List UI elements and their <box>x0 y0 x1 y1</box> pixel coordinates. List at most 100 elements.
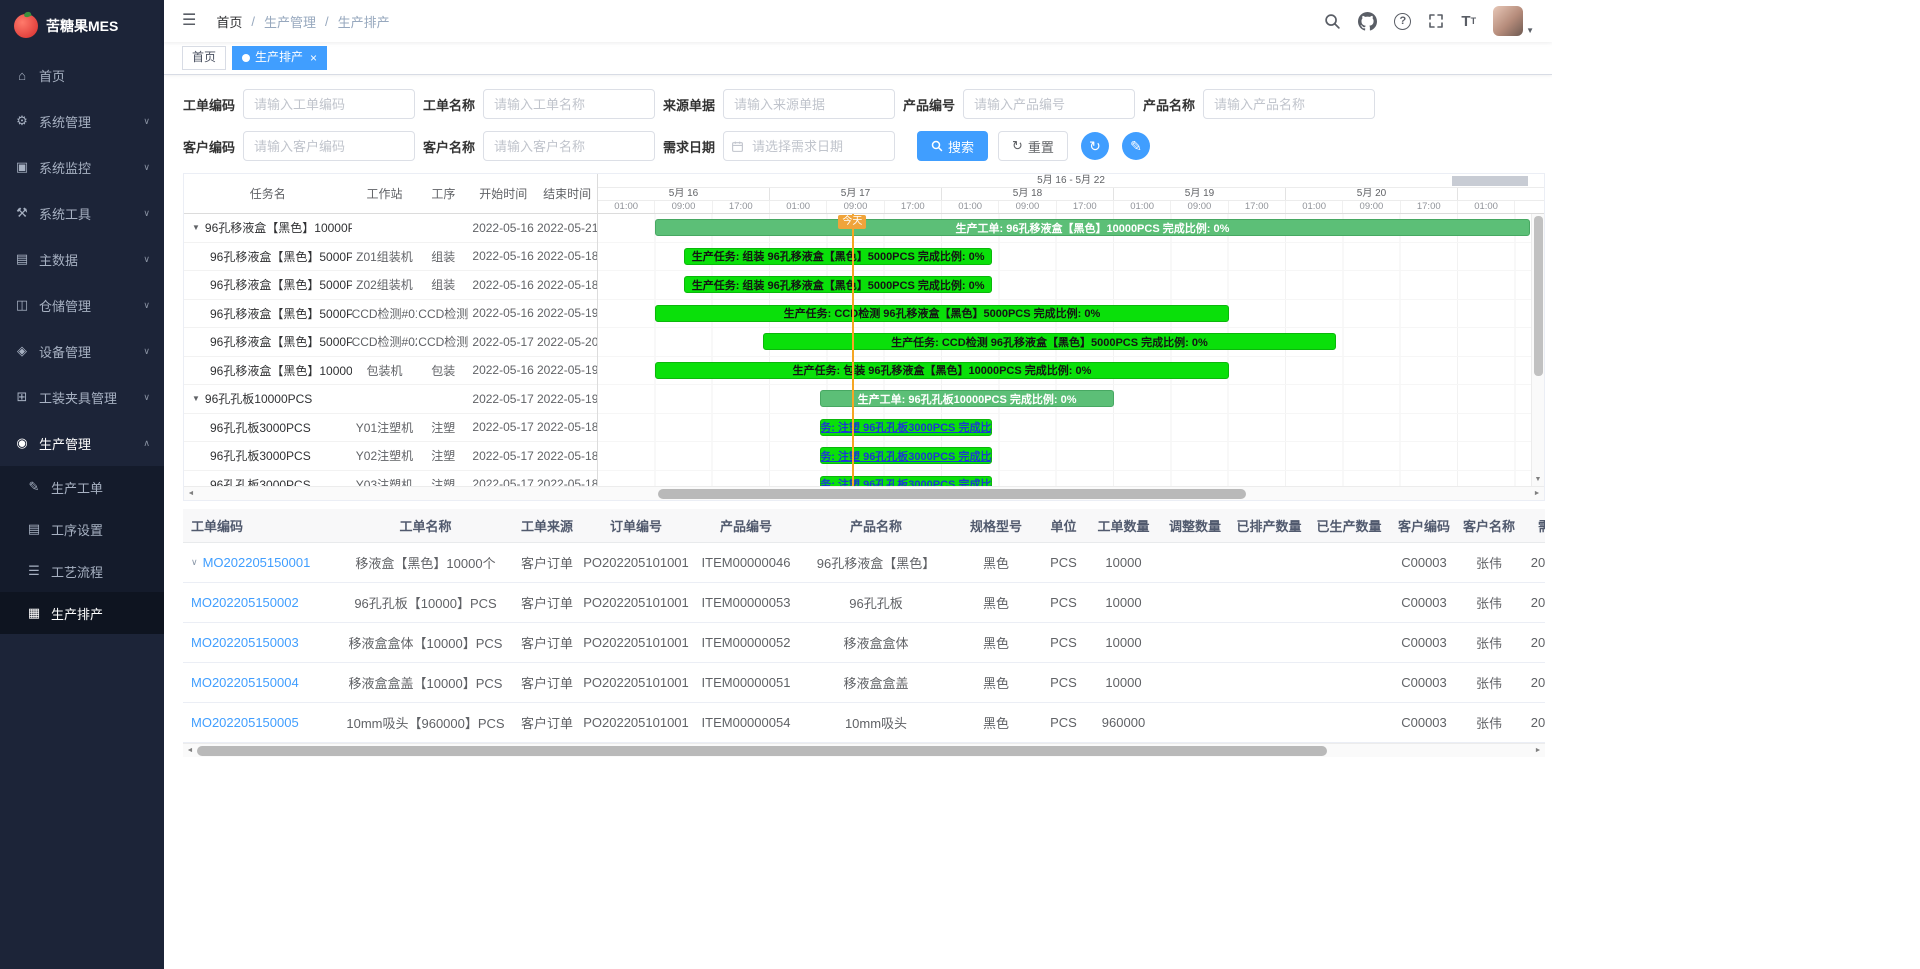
sidebar-subitem-process-setting[interactable]: ▤ 工序设置 <box>0 508 164 550</box>
tab-home[interactable]: 首页 <box>182 46 226 70</box>
filter-field-product-name: 产品名称 <box>1143 89 1383 119</box>
font-size-icon[interactable]: TT <box>1461 14 1476 29</box>
scroll-right-arrow-icon[interactable]: ► <box>1531 744 1545 758</box>
search-button[interactable]: 搜索 <box>917 131 988 161</box>
search-icon[interactable] <box>1324 13 1341 30</box>
fullscreen-icon[interactable] <box>1428 13 1444 29</box>
help-icon[interactable]: ? <box>1394 13 1411 30</box>
gantt-horizontal-scrollbar[interactable]: ◄ ► <box>184 486 1544 500</box>
orders-cell-cust_code: C00003 <box>1389 675 1459 690</box>
workorder-link[interactable]: MO202205150002 <box>191 595 299 610</box>
gantt-task-row[interactable]: 96孔孔板3000PCS Y02注塑机 注塑 2022-05-17 2022-0… <box>184 442 597 471</box>
reset-button[interactable]: ↻ 重置 <box>998 131 1068 161</box>
gantt-bar[interactable]: 生产任务: 包装 96孔移液盒【黑色】10000PCS 完成比例: 0% <box>655 362 1228 379</box>
sidebar-item-production-mgmt[interactable]: ◉ 生产管理 ∧ <box>0 420 164 466</box>
filter-input-customer-code[interactable] <box>243 131 415 161</box>
filter-input-order-code[interactable] <box>243 89 415 119</box>
gantt-vscroll-thumb[interactable] <box>1534 216 1543 376</box>
sidebar-item-fixture-mgmt[interactable]: ⊞ 工装夹具管理 ∨ <box>0 374 164 420</box>
breadcrumb-scheduling[interactable]: 生产排产 <box>338 12 390 31</box>
filter-input-source-doc[interactable] <box>723 89 895 119</box>
orders-cell-name: 移液盒【黑色】10000个 <box>338 553 513 572</box>
orders-horizontal-scrollbar[interactable]: ◄ ► <box>183 743 1545 757</box>
sidebar-subitem-scheduling[interactable]: ▦ 生产排产 <box>0 592 164 634</box>
gantt-task-row[interactable]: ▼96孔孔板10000PCS 2022-05-17 2022-05-19 <box>184 385 597 414</box>
sidebar-item-system-tools[interactable]: ⚒ 系统工具 ∨ <box>0 190 164 236</box>
sidebar-subitem-work-order[interactable]: ✎ 生产工单 <box>0 466 164 508</box>
gantt-vertical-scrollbar[interactable]: ▼ <box>1531 214 1544 486</box>
sidebar-item-home[interactable]: ⌂ 首页 <box>0 52 164 98</box>
scroll-left-arrow-icon[interactable]: ◄ <box>183 744 197 758</box>
orders-cell-code: MO202205150004 <box>183 675 338 690</box>
collapse-caret-icon[interactable]: ▼ <box>192 223 200 232</box>
workorder-link[interactable]: MO202205150001 <box>203 555 311 570</box>
collapse-caret-icon[interactable]: ▼ <box>192 394 200 403</box>
task-start-date: 2022-05-16 <box>469 278 537 292</box>
gantt-task-row[interactable]: 96孔孔板3000PCS Y03注塑机 注塑 2022-05-17 2022-0… <box>184 471 597 487</box>
gantt-bar[interactable]: 生产任务: 注塑 96孔孔板3000PCS 完成比例: 0% <box>820 476 992 487</box>
gantt-bar[interactable]: 生产任务: CCD检测 96孔移液盒【黑色】5000PCS 完成比例: 0% <box>763 333 1336 350</box>
breadcrumb-production[interactable]: 生产管理 <box>264 12 316 31</box>
row-expand-icon[interactable]: ∨ <box>191 557 198 568</box>
gantt-bar[interactable]: 生产任务: 注塑 96孔孔板3000PCS 完成比例: 0% <box>820 447 992 464</box>
sidebar-item-warehouse-mgmt[interactable]: ◫ 仓储管理 ∨ <box>0 282 164 328</box>
gantt-task-row[interactable]: 96孔移液盒【黑色】5000PCS CCD检测#02 CCD检测 2022-05… <box>184 328 597 357</box>
github-icon[interactable] <box>1358 12 1377 31</box>
orders-hscroll-thumb[interactable] <box>197 746 1327 756</box>
sidebar-item-system-monitor[interactable]: ▣ 系统监控 ∨ <box>0 144 164 190</box>
refresh-schedule-button[interactable]: ↻ <box>1081 132 1109 160</box>
scroll-left-arrow-icon[interactable]: ◄ <box>184 487 198 501</box>
filter-input-order-name[interactable] <box>483 89 655 119</box>
task-start-date: 2022-05-17 <box>469 449 537 463</box>
gantt-bar[interactable]: 生产任务: CCD检测 96孔移液盒【黑色】5000PCS 完成比例: 0% <box>655 305 1228 322</box>
orders-cell-order_no: PO202205101001 <box>581 555 691 570</box>
gantt-task-row[interactable]: 96孔移液盒【黑色】5000PCS Z02组装机 组装 2022-05-16 2… <box>184 271 597 300</box>
filter-input-product-no[interactable] <box>963 89 1135 119</box>
orders-row[interactable]: ∨MO202205150001移液盒【黑色】10000个客户订单PO202205… <box>183 543 1545 583</box>
app-logo[interactable]: 苦糖果MES <box>0 0 164 52</box>
gantt-hscroll-thumb[interactable] <box>658 489 1246 499</box>
gantt-task-table-body: ▼96孔移液盒【黑色】10000PCS 2022-05-16 2022-05-2… <box>184 214 597 486</box>
gantt-bar[interactable]: 生产任务: 注塑 96孔孔板3000PCS 完成比例: 0% <box>820 419 992 436</box>
sidebar-toggle-icon[interactable]: ☰ <box>182 13 196 29</box>
gantt-task-row[interactable]: 96孔孔板3000PCS Y01注塑机 注塑 2022-05-17 2022-0… <box>184 414 597 443</box>
orders-row[interactable]: MO20220515000510mm吸头【960000】PCS客户订单PO202… <box>183 703 1545 743</box>
breadcrumb-home[interactable]: 首页 <box>216 12 242 31</box>
gantt-bar-label: 生产任务: 包装 96孔移液盒【黑色】10000PCS 完成比例: 0% <box>793 362 1092 378</box>
gantt-bar[interactable]: 生产任务: 组装 96孔移液盒【黑色】5000PCS 完成比例: 0% <box>684 276 992 293</box>
tab-scheduling[interactable]: 生产排产× <box>232 46 327 70</box>
close-icon[interactable]: × <box>310 52 317 64</box>
orders-cell-product_no: ITEM00000046 <box>691 555 801 570</box>
orders-row[interactable]: MO202205150003移液盒盒体【10000】PCS客户订单PO20220… <box>183 623 1545 663</box>
orders-table-header: 工单编码工单名称工单来源订单编号产品编号产品名称规格型号单位工单数量调整数量已排… <box>183 509 1545 543</box>
gantt-task-row[interactable]: 96孔移液盒【黑色】5000PCS CCD检测#01 CCD检测 2022-05… <box>184 300 597 329</box>
gantt-bar[interactable]: 生产任务: 组装 96孔移液盒【黑色】5000PCS 完成比例: 0% <box>684 248 992 265</box>
gantt-task-row[interactable]: 96孔移液盒【黑色】10000PCS 包装机 包装 2022-05-16 202… <box>184 357 597 386</box>
filter-input-product-name[interactable] <box>1203 89 1375 119</box>
edit-schedule-button[interactable]: ✎ <box>1122 132 1150 160</box>
orders-cell-need_date: 2022-05-20 <box>1519 675 1545 690</box>
filter-input-need-date[interactable] <box>723 131 895 161</box>
task-process: 包装 <box>417 362 469 379</box>
gantt-task-row[interactable]: ▼96孔移液盒【黑色】10000PCS 2022-05-16 2022-05-2… <box>184 214 597 243</box>
gear-icon: ⚙ <box>14 113 30 129</box>
orders-row[interactable]: MO202205150004移液盒盒盖【10000】PCS客户订单PO20220… <box>183 663 1545 703</box>
user-menu[interactable]: ▼ <box>1493 6 1534 36</box>
workorder-link[interactable]: MO202205150003 <box>191 635 299 650</box>
sidebar-subitem-process-flow[interactable]: ☰ 工艺流程 <box>0 550 164 592</box>
gantt-viewport-indicator[interactable] <box>1452 176 1528 186</box>
gantt-hour-header: 09:00 <box>1171 201 1228 213</box>
sidebar-item-master-data[interactable]: ▤ 主数据 ∨ <box>0 236 164 282</box>
gantt-bar[interactable]: 生产工单: 96孔孔板10000PCS 完成比例: 0% <box>820 390 1114 407</box>
scroll-right-arrow-icon[interactable]: ► <box>1530 487 1544 501</box>
avatar[interactable] <box>1493 6 1523 36</box>
gantt-task-row[interactable]: 96孔移液盒【黑色】5000PCS Z01组装机 组装 2022-05-16 2… <box>184 243 597 272</box>
workorder-link[interactable]: MO202205150004 <box>191 675 299 690</box>
orders-row[interactable]: MO20220515000296孔孔板【10000】PCS客户订单PO20220… <box>183 583 1545 623</box>
scroll-down-arrow-icon[interactable]: ▼ <box>1532 474 1544 486</box>
gantt-bar[interactable]: 生产工单: 96孔移液盒【黑色】10000PCS 完成比例: 0% <box>655 219 1529 236</box>
filter-input-customer-name[interactable] <box>483 131 655 161</box>
sidebar-item-system-mgmt[interactable]: ⚙ 系统管理 ∨ <box>0 98 164 144</box>
workorder-link[interactable]: MO202205150005 <box>191 715 299 730</box>
sidebar-item-device-mgmt[interactable]: ◈ 设备管理 ∨ <box>0 328 164 374</box>
